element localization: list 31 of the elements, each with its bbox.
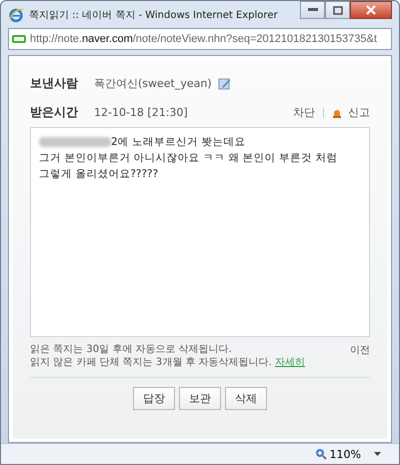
maximize-icon xyxy=(332,6,342,14)
address-field[interactable]: http://note.naver.com/note/noteView.nhn?seq=201210182130153735&t xyxy=(8,28,392,50)
action-button[interactable]: 답장 xyxy=(133,387,175,410)
maximize-button[interactable] xyxy=(325,1,350,19)
security-icon xyxy=(12,35,26,43)
window-title: 쪽지읽기 :: 네이버 쪽지 - Windows Internet Explorer xyxy=(29,8,278,22)
close-icon xyxy=(366,5,376,15)
message-text: 그거 본인이부른거 아니시잖아요 ㅋㅋ 왜 본인이 부른것 처럼 xyxy=(39,151,338,166)
notice-text: 읽지 않은 카페 단체 쪽지는 3개월 후 자동삭제됩니다. 자세히 xyxy=(30,356,305,369)
zoom-icon xyxy=(314,448,327,460)
sender-label: 보낸사람 xyxy=(30,75,79,92)
redacted-text xyxy=(39,137,111,147)
previous-link[interactable]: 이전 xyxy=(350,343,370,369)
minimize-icon xyxy=(308,8,318,12)
siren-icon xyxy=(332,108,342,118)
received-label: 받은시간 xyxy=(30,104,79,121)
message-text: 2에 노래부르신거 봣는데요 xyxy=(111,135,246,150)
zoom-level[interactable]: 110% xyxy=(330,448,361,460)
browser-logo-icon xyxy=(8,6,24,22)
report-link[interactable]: 신고 xyxy=(348,105,370,120)
action-button[interactable]: 삭제 xyxy=(225,387,267,410)
sender-name: 폭간여신(sweet_yean) xyxy=(94,76,212,91)
minimize-button[interactable] xyxy=(300,1,325,19)
action-button[interactable]: 보관 xyxy=(179,387,221,410)
dropdown-icon[interactable] xyxy=(374,452,381,456)
block-link[interactable]: 차단 xyxy=(293,105,315,120)
received-time: 12-10-18 [21:30] xyxy=(94,106,188,119)
notice-text: 읽은 쪽지는 30일 후에 자동으로 삭제됩니다. xyxy=(30,343,233,356)
address-book-icon xyxy=(218,77,231,90)
close-button[interactable] xyxy=(350,1,392,19)
message-text: 그렇게 올리셨어요????? xyxy=(39,167,158,182)
